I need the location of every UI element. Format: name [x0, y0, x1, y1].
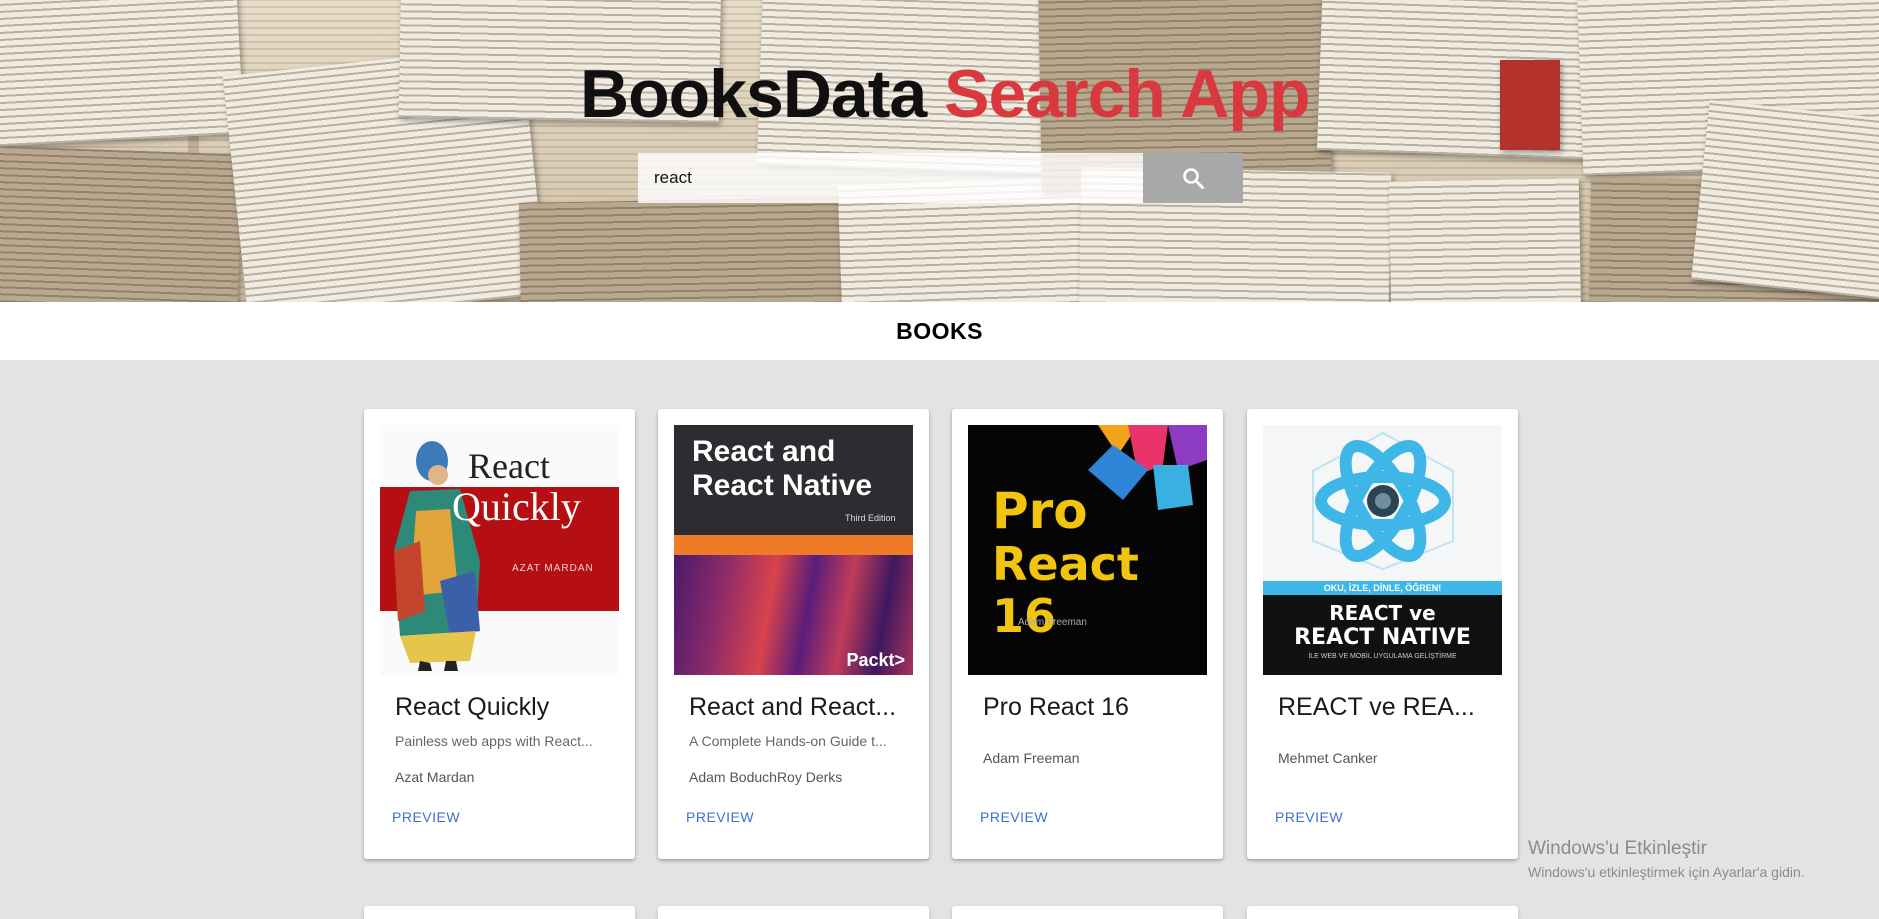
search-icon: [1183, 168, 1204, 189]
cover-title-line2: React Native: [692, 469, 873, 502]
book-cover-image: OKU, İZLE, DİNLE, ÖĞREN! REACT ve REACT …: [1263, 425, 1502, 675]
book-cover-image: React Quickly AZAT MARDAN: [380, 425, 619, 675]
cover-title-line1: React and: [692, 435, 836, 468]
book-card: React and React Native Third Edition Pac…: [658, 409, 929, 859]
cover-publisher: Packt>: [846, 650, 905, 670]
cover-author: AZAT MARDAN: [512, 563, 594, 574]
book-cover-image: React and React Native Third Edition Pac…: [674, 425, 913, 675]
book-title: REACT ve REA...: [1278, 693, 1475, 721]
book-author: Mehmet Canker: [1278, 750, 1378, 766]
book-author: Adam BoduchRoy Derks: [689, 769, 843, 785]
book-title: React and React...: [689, 693, 897, 721]
preview-link[interactable]: PREVIEW: [392, 809, 460, 825]
book-subtitle: A Complete Hands-on Guide t...: [689, 733, 887, 749]
book-card: Pro React 16 Adam Freeman Pro React 16 A…: [952, 409, 1223, 859]
book-page-decor: [0, 0, 245, 147]
search-button[interactable]: [1143, 153, 1243, 203]
book-title: React Quickly: [395, 693, 550, 721]
cover-title-line2: REACT NATIVE: [1294, 625, 1471, 650]
preview-link[interactable]: PREVIEW: [980, 809, 1048, 825]
preview-link[interactable]: PREVIEW: [1275, 809, 1343, 825]
cover-author: Adam Freeman: [1018, 617, 1087, 628]
section-header: BOOKS: [0, 302, 1879, 360]
preview-link[interactable]: PREVIEW: [686, 809, 754, 825]
cover-orange-band: [674, 535, 913, 555]
book-page-decor: [518, 197, 852, 302]
book-page-decor: [1691, 100, 1879, 300]
book-card: [952, 906, 1223, 919]
search-input[interactable]: [638, 153, 1143, 203]
cover-title-line1: Pro: [992, 482, 1088, 540]
book-card: [364, 906, 635, 919]
book-author: Azat Mardan: [395, 769, 475, 785]
react-logo-icon: [1312, 431, 1454, 571]
app-title-main: BooksData: [580, 56, 927, 132]
cover-subtitle: İLE WEB VE MOBİL UYGULAMA GELİŞTİRME: [1308, 653, 1457, 660]
cover-title-line1: React: [468, 446, 550, 486]
watermark-title: Windows'u Etkinleştir: [1528, 838, 1707, 859]
hero-banner: BooksData Search App: [0, 0, 1879, 302]
book-card: React Quickly AZAT MARDAN React Quickly …: [364, 409, 635, 859]
book-page-decor: [1388, 178, 1582, 302]
windows-activation-watermark: Windows'u Etkinleştir Windows'u etkinleş…: [1528, 838, 1805, 880]
book-card: [1247, 906, 1518, 919]
cover-title-line1: REACT ve: [1329, 601, 1436, 625]
book-page-decor: [0, 145, 243, 302]
cover-edition: Third Edition: [845, 513, 896, 523]
book-cover-decor: [1500, 60, 1560, 150]
book-card: OKU, İZLE, DİNLE, ÖĞREN! REACT ve REACT …: [1247, 409, 1518, 859]
book-author: Adam Freeman: [983, 750, 1080, 766]
app-title: BooksData Search App: [580, 55, 1311, 133]
cover-title-line2: Quickly: [452, 484, 581, 529]
section-heading: BOOKS: [896, 317, 983, 344]
book-subtitle: Painless web apps with React...: [395, 733, 593, 749]
cover-tagline: OKU, İZLE, DİNLE, ÖĞREN!: [1263, 581, 1502, 595]
book-title: Pro React 16: [983, 693, 1129, 721]
book-cover-image: Pro React 16 Adam Freeman: [968, 425, 1207, 675]
book-card: [658, 906, 929, 919]
watermark-text: Windows'u etkinleştirmek için Ayarlar'a …: [1528, 864, 1805, 880]
cover-color-blocks: [1088, 425, 1207, 510]
app-title-accent: Search App: [944, 56, 1310, 132]
search-bar: [638, 153, 1243, 203]
